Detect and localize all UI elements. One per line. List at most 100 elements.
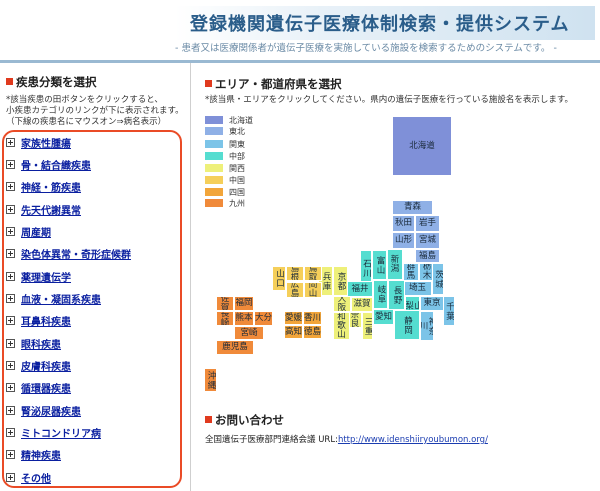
pref-okinawa[interactable]: 沖縄 xyxy=(204,368,217,392)
category-item[interactable]: 薬理遺伝学 xyxy=(6,269,71,284)
pref-hokkaido[interactable]: 北海道 xyxy=(392,116,452,176)
category-item[interactable]: その他 xyxy=(6,470,51,485)
expand-plus-icon[interactable] xyxy=(6,137,15,147)
category-link[interactable]: 循環器疾患 xyxy=(21,380,71,395)
category-item[interactable]: 先天代謝異常 xyxy=(6,202,81,217)
pref-toyama[interactable]: 富山 xyxy=(372,250,387,280)
category-item[interactable]: 眼科疾患 xyxy=(6,336,61,351)
category-link[interactable]: 骨・結合織疾患 xyxy=(21,157,91,172)
expand-plus-icon[interactable] xyxy=(6,315,15,325)
pref-wakayama[interactable]: 和歌山 xyxy=(333,312,350,340)
expand-plus-icon[interactable] xyxy=(6,338,15,348)
pref-aomori[interactable]: 青森 xyxy=(392,200,433,215)
pref-shizuoka[interactable]: 静岡 xyxy=(394,310,420,340)
pref-akita[interactable]: 秋田 xyxy=(392,215,415,232)
pref-kanagawa[interactable]: 神奈川 xyxy=(420,311,434,341)
pref-oita[interactable]: 大分 xyxy=(254,311,273,326)
pref-hiroshima[interactable]: 広島 xyxy=(286,282,304,298)
column-divider xyxy=(190,63,191,491)
pref-shimane[interactable]: 島根 xyxy=(286,266,304,281)
pref-ehime[interactable]: 愛媛 xyxy=(284,311,303,325)
legend-label: 四国 xyxy=(229,187,245,197)
legend-label: 関東 xyxy=(229,139,245,149)
category-link[interactable]: 薬理遺伝学 xyxy=(21,269,71,284)
category-item[interactable]: 染色体異常・奇形症候群 xyxy=(6,246,131,261)
pref-mie[interactable]: 三重 xyxy=(362,312,373,340)
expand-plus-icon[interactable] xyxy=(6,159,15,169)
contact-info: 全国遺伝子医療部門連絡会議 URL:http://www.idenshiiryo… xyxy=(205,433,488,445)
pref-shiga[interactable]: 滋賀 xyxy=(351,297,373,312)
category-item[interactable]: ミトコンドリア病 xyxy=(6,425,101,440)
pref-kumamoto[interactable]: 熊本 xyxy=(234,311,254,326)
pref-kagawa[interactable]: 香川 xyxy=(303,311,322,325)
pref-gunma[interactable]: 群馬 xyxy=(403,263,419,281)
pref-okayama[interactable]: 岡山 xyxy=(304,282,322,298)
pref-gifu[interactable]: 岐阜 xyxy=(373,280,388,309)
expand-plus-icon[interactable] xyxy=(6,181,15,191)
category-link[interactable]: 染色体異常・奇形症候群 xyxy=(21,246,131,261)
pref-kagoshima[interactable]: 鹿児島 xyxy=(216,340,254,355)
pref-saga[interactable]: 佐賀 xyxy=(216,296,234,311)
expand-plus-icon[interactable] xyxy=(6,472,15,482)
pref-aichi[interactable]: 愛知 xyxy=(373,309,394,325)
pref-nara[interactable]: 奈良 xyxy=(348,312,362,328)
category-item[interactable]: 周産期 xyxy=(6,224,51,239)
pref-yamagata[interactable]: 山形 xyxy=(392,232,415,249)
category-item[interactable]: 精神疾患 xyxy=(6,447,61,462)
category-item[interactable]: 皮膚科疾患 xyxy=(6,358,71,373)
pref-tokyo[interactable]: 東京 xyxy=(420,296,444,311)
legend-label: 中部 xyxy=(229,151,245,161)
contact-url-link[interactable]: http://www.idenshiiryoubumon.org/ xyxy=(338,435,488,445)
category-link[interactable]: 血液・凝固系疾患 xyxy=(21,291,101,306)
expand-plus-icon[interactable] xyxy=(6,293,15,303)
pref-fukushima[interactable]: 福島 xyxy=(415,249,440,263)
category-link[interactable]: ミトコンドリア病 xyxy=(21,425,101,440)
category-link[interactable]: 家族性腫瘍 xyxy=(21,135,71,150)
category-link[interactable]: 眼科疾患 xyxy=(21,336,61,351)
pref-miyazaki[interactable]: 宮崎 xyxy=(234,326,264,340)
pref-tokushima[interactable]: 徳島 xyxy=(303,325,322,339)
section-marker-icon xyxy=(6,78,13,85)
pref-ibaraki[interactable]: 茨城 xyxy=(432,263,444,295)
category-item[interactable]: 家族性腫瘍 xyxy=(6,135,71,150)
pref-yamaguchi[interactable]: 山口 xyxy=(272,266,286,291)
pref-kochi[interactable]: 高知 xyxy=(284,325,303,339)
expand-plus-icon[interactable] xyxy=(6,204,15,214)
category-link[interactable]: 耳鼻科疾患 xyxy=(21,313,71,328)
category-link[interactable]: 精神疾患 xyxy=(21,447,61,462)
expand-plus-icon[interactable] xyxy=(6,360,15,370)
category-item[interactable]: 腎泌尿器疾患 xyxy=(6,403,81,418)
pref-fukuoka[interactable]: 福岡 xyxy=(234,296,254,311)
pref-nagasaki[interactable]: 長崎 xyxy=(216,311,234,326)
expand-plus-icon[interactable] xyxy=(6,271,15,281)
expand-plus-icon[interactable] xyxy=(6,449,15,459)
pref-fukui[interactable]: 福井 xyxy=(347,281,373,297)
expand-plus-icon[interactable] xyxy=(6,226,15,236)
expand-plus-icon[interactable] xyxy=(6,405,15,415)
category-item[interactable]: 循環器疾患 xyxy=(6,380,71,395)
pref-tottori[interactable]: 鳥取 xyxy=(304,266,322,281)
pref-kyoto[interactable]: 京都 xyxy=(333,266,348,296)
pref-niigata[interactable]: 新潟 xyxy=(387,249,403,280)
expand-plus-icon[interactable] xyxy=(6,248,15,258)
category-link[interactable]: 周産期 xyxy=(21,224,51,239)
category-link[interactable]: 皮膚科疾患 xyxy=(21,358,71,373)
category-link[interactable]: 腎泌尿器疾患 xyxy=(21,403,81,418)
category-item[interactable]: 神経・筋疾患 xyxy=(6,179,81,194)
expand-plus-icon[interactable] xyxy=(6,382,15,392)
category-item[interactable]: 骨・結合織疾患 xyxy=(6,157,91,172)
legend-label: 中国 xyxy=(229,175,245,185)
legend-item-hokkaido: 北海道 xyxy=(205,115,253,125)
pref-osaka[interactable]: 大阪 xyxy=(333,296,351,312)
pref-iwate[interactable]: 岩手 xyxy=(415,215,440,232)
pref-saitama[interactable]: 埼玉 xyxy=(403,281,432,296)
category-link[interactable]: 先天代謝異常 xyxy=(21,202,81,217)
category-item[interactable]: 血液・凝固系疾患 xyxy=(6,291,101,306)
expand-plus-icon[interactable] xyxy=(6,427,15,437)
pref-chiba[interactable]: 千葉 xyxy=(443,296,455,326)
pref-miyagi[interactable]: 宮城 xyxy=(415,232,440,249)
pref-nagano[interactable]: 長野 xyxy=(388,280,405,310)
category-link[interactable]: その他 xyxy=(21,470,51,485)
category-link[interactable]: 神経・筋疾患 xyxy=(21,179,81,194)
category-item[interactable]: 耳鼻科疾患 xyxy=(6,313,71,328)
